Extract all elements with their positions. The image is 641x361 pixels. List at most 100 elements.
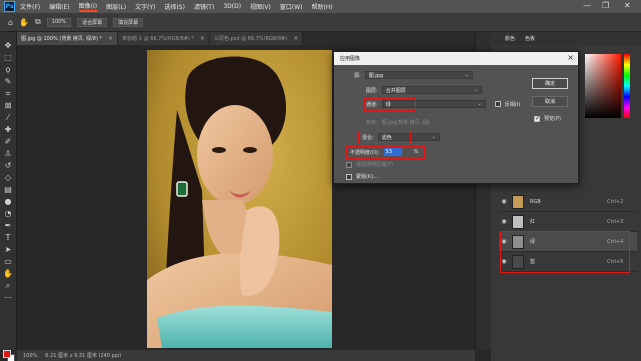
tab-color[interactable]: 颜色	[505, 35, 515, 42]
lasso-tool-icon[interactable]: ϙ	[3, 64, 14, 75]
scroll-all-icon[interactable]: ⧉	[35, 17, 41, 27]
move-tool-icon[interactable]: ✥	[3, 40, 14, 51]
document-photo[interactable]	[147, 50, 332, 348]
menu-3d[interactable]: 3D(D)	[223, 3, 241, 10]
preserve-transparency-checkbox[interactable]	[346, 161, 352, 168]
foreground-color-swatch[interactable]	[3, 350, 11, 358]
preserve-row: 保留透明区域(T)	[346, 161, 393, 168]
eye-icon[interactable]: ◉	[499, 218, 509, 225]
tab-swatches[interactable]: 色板	[525, 35, 535, 42]
more-tools-icon[interactable]: ⋯	[3, 292, 14, 303]
channel-shortcut: Ctrl+2	[607, 198, 624, 205]
healing-brush-icon[interactable]: ✚	[3, 124, 14, 135]
tab-label: 三原色.psd @ 66.7%(RGB/8#)	[213, 36, 288, 42]
menu-window[interactable]: 窗口(W)	[280, 2, 303, 11]
chevron-down-icon: ⌄	[431, 134, 436, 140]
shape-tool-icon[interactable]: ▭	[3, 256, 14, 267]
tab-label: 图.jpg @ 100% (背景 拷贝, 绿/8) *	[21, 36, 103, 42]
mask-checkbox[interactable]	[346, 173, 352, 180]
preview-label: 预览(P)	[544, 116, 561, 122]
close-icon[interactable]: ×	[200, 35, 205, 42]
layer-value: 合并图层	[385, 87, 406, 94]
ok-button[interactable]: 确定	[532, 78, 568, 89]
home-icon[interactable]: ⌂	[8, 18, 13, 27]
hand-tool-icon[interactable]: ✋	[19, 18, 29, 27]
layer-label: 图层:	[366, 87, 378, 94]
path-select-icon[interactable]: ➤	[3, 244, 14, 255]
layer-select[interactable]: 合并图层 ⌄	[381, 86, 482, 94]
hue-slider[interactable]	[624, 54, 630, 118]
annotation-channel-frame	[364, 98, 416, 111]
source-row: 源: 图.jpg ⌄	[354, 71, 473, 79]
dialog-title: 应用图像	[340, 56, 361, 62]
menu-filter[interactable]: 滤镜(T)	[194, 2, 214, 11]
history-brush-icon[interactable]: ↺	[3, 160, 14, 171]
tab-document-2[interactable]: 未标题-1 @ 66.7%(RGB/8#) * ×	[118, 32, 210, 45]
menu-help[interactable]: 帮助(H)	[312, 2, 333, 11]
close-window-icon[interactable]: ✕	[624, 1, 631, 10]
source-select[interactable]: 图.jpg ⌄	[364, 71, 473, 79]
menu-layer[interactable]: 图层(L)	[106, 2, 126, 11]
options-bar: ⌂ ✋ ⧉ 100% 适合屏幕 填充屏幕	[0, 13, 641, 32]
annotation-opacity-frame	[346, 146, 425, 159]
channel-name: 红	[530, 219, 536, 225]
status-zoom[interactable]: 100%	[23, 353, 37, 359]
gradient-tool-icon[interactable]: ▤	[3, 184, 14, 195]
menu-type[interactable]: 文字(Y)	[135, 2, 155, 11]
preview-checkbox[interactable]	[534, 115, 540, 122]
target-label: 目标:	[366, 120, 378, 126]
close-icon[interactable]: ×	[108, 35, 113, 42]
eye-icon[interactable]: ◉	[499, 198, 509, 205]
zoom-value-field[interactable]: 100%	[46, 17, 72, 27]
photoshop-logo: Ps	[4, 1, 15, 12]
channels-list: ◉ RGB Ctrl+2 ◉ 红 Ctrl+3 ◉ 绿 Ctrl+4 ◉ 蓝 C…	[499, 192, 637, 273]
channel-shortcut: Ctrl+3	[607, 218, 624, 225]
frame-tool-icon[interactable]: ⊠	[3, 100, 14, 111]
cancel-button[interactable]: 取消	[532, 96, 568, 107]
channel-row-rgb[interactable]: ◉ RGB Ctrl+2	[499, 192, 637, 212]
invert-checkbox[interactable]	[494, 101, 501, 107]
menu-file[interactable]: 文件(F)	[20, 2, 40, 11]
portrait-image	[147, 50, 332, 348]
menu-select[interactable]: 选择(S)	[164, 2, 185, 11]
invert-label: 反相(I)	[504, 101, 521, 108]
pen-tool-icon[interactable]: ✒	[3, 220, 14, 231]
blur-tool-icon[interactable]: ●	[3, 196, 14, 207]
zoom-icon[interactable]: ⌕	[3, 280, 14, 291]
tab-document-1[interactable]: 图.jpg @ 100% (背景 拷贝, 绿/8) * ×	[17, 32, 119, 45]
channel-thumbnail	[512, 214, 524, 229]
fill-screen-button[interactable]: 填充屏幕	[113, 17, 144, 27]
menu-image[interactable]: 图像(I)	[78, 1, 98, 12]
eraser-icon[interactable]: ◇	[3, 172, 14, 183]
menu-view[interactable]: 视图(V)	[250, 2, 271, 11]
preview-row: 预览(P)	[534, 115, 561, 122]
dialog-title-bar: 应用图像 ×	[334, 52, 578, 65]
mask-row: 蒙版(K)...	[346, 173, 378, 180]
close-icon[interactable]: ×	[567, 53, 574, 62]
tab-document-3[interactable]: 三原色.psd @ 66.7%(RGB/8#) ×	[209, 32, 304, 45]
crop-tool-icon[interactable]: ⌗	[3, 88, 14, 99]
menu-edit[interactable]: 编辑(E)	[49, 2, 69, 11]
type-tool-icon[interactable]: T	[3, 232, 14, 243]
marquee-tool-icon[interactable]: ⬚	[3, 52, 14, 63]
fit-screen-button[interactable]: 适合屏幕	[77, 17, 108, 27]
brush-tool-icon[interactable]: ✐	[3, 136, 14, 147]
close-icon[interactable]: ×	[293, 35, 298, 42]
color-picker-field[interactable]	[585, 54, 621, 118]
stamp-tool-icon[interactable]: ♙	[3, 148, 14, 159]
document-tabs: 图.jpg @ 100% (背景 拷贝, 绿/8) * × 未标题-1 @ 66…	[17, 32, 475, 45]
minimize-icon[interactable]: —	[583, 1, 591, 10]
hand-icon[interactable]: ✋	[3, 268, 14, 279]
source-label: 源:	[354, 72, 361, 79]
restore-icon[interactable]: ❐	[602, 1, 609, 10]
status-bar: 100% 6.21 厘米 x 9.31 厘米 (240 ppi)	[17, 350, 475, 361]
eyedropper-icon[interactable]: ⁄	[3, 112, 14, 123]
channel-row-red[interactable]: ◉ 红 Ctrl+3	[499, 212, 637, 232]
chevron-down-icon: ⌄	[477, 101, 482, 107]
highlight-frame	[500, 231, 630, 273]
color-panel-tabs: 颜色 色板	[491, 32, 641, 45]
chevron-down-icon: ⌄	[473, 87, 478, 93]
quick-select-icon[interactable]: ✎	[3, 76, 14, 87]
apply-image-dialog: 应用图像 × 源: 图.jpg ⌄ 图层: 合并图层 ⌄ 通道: 绿 ⌄ 反相(…	[333, 51, 579, 184]
dodge-tool-icon[interactable]: ◔	[3, 208, 14, 219]
